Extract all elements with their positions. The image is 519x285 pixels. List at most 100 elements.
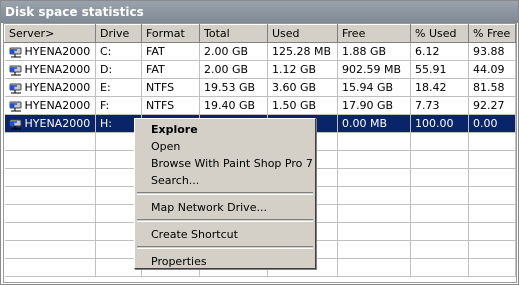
network-drive-icon: [9, 119, 21, 129]
cell-pct-free[interactable]: 92.27: [468, 96, 516, 115]
menu-item-explore[interactable]: Explore: [135, 121, 315, 138]
cell-pct-free[interactable]: 44.09: [468, 60, 516, 79]
empty-cell: [4, 186, 96, 205]
table-row[interactable]: HYENA2000 E: NTFS 19.53 GB 3.60 GB 15.94 GB 18…: [4, 78, 516, 97]
menu-item-search[interactable]: Search...: [135, 172, 315, 189]
cell-used[interactable]: 3.60 GB: [267, 78, 338, 97]
empty-cell: [410, 150, 469, 169]
empty-cell: [410, 132, 469, 151]
server-cell-content: HYENA2000: [9, 117, 95, 130]
menu-item-map-network-drive[interactable]: Map Network Drive...: [135, 199, 315, 216]
cell-pct-used[interactable]: 55.91: [410, 60, 469, 79]
cell-total[interactable]: 2.00 GB: [199, 60, 268, 79]
cell-drive[interactable]: C:: [95, 42, 142, 61]
empty-cell: [468, 132, 516, 151]
cell-server[interactable]: HYENA2000: [4, 42, 96, 61]
empty-cell: [468, 240, 516, 259]
cell-pct-used[interactable]: 18.42: [410, 78, 469, 97]
server-name: HYENA2000: [24, 117, 91, 130]
cell-pct-free[interactable]: 81.58: [468, 78, 516, 97]
empty-cell: [468, 150, 516, 169]
window-title: Disk space statistics: [1, 1, 518, 23]
cell-server[interactable]: HYENA2000: [4, 60, 96, 79]
empty-cell: [4, 150, 96, 169]
empty-cell: [4, 222, 96, 241]
cell-format[interactable]: NTFS: [141, 78, 200, 97]
empty-cell: [410, 222, 469, 241]
table-row[interactable]: HYENA2000 D: FAT 2.00 GB 1.12 GB 902.59 MB 55.…: [4, 60, 516, 79]
cell-free[interactable]: 15.94 GB: [337, 78, 411, 97]
empty-cell: [4, 132, 96, 151]
cell-format[interactable]: FAT: [141, 42, 200, 61]
server-name: HYENA2000: [24, 99, 91, 112]
cell-total[interactable]: 19.53 GB: [199, 78, 268, 97]
col-header-pct-free[interactable]: % Free: [468, 24, 516, 43]
menu-separator: [137, 192, 313, 195]
network-drive-icon: [9, 83, 21, 93]
col-header-free[interactable]: Free: [337, 24, 411, 43]
table-row[interactable]: HYENA2000 F: NTFS 19.40 GB 1.50 GB 17.90 GB 7.…: [4, 96, 516, 115]
menu-item-browse-with-paint-shop-pro-7[interactable]: Browse With Paint Shop Pro 7: [135, 155, 315, 172]
empty-cell: [468, 222, 516, 241]
empty-cell: [337, 150, 411, 169]
empty-cell: [337, 240, 411, 259]
cell-pct-used[interactable]: 100.00: [410, 114, 469, 133]
network-drive-icon: [9, 101, 21, 111]
menu-item-open[interactable]: Open: [135, 138, 315, 155]
col-header-pct-used[interactable]: % Used: [410, 24, 469, 43]
cell-free[interactable]: 0.00 MB: [337, 114, 411, 133]
header-row: Server> Drive Format Total Used Free % U…: [4, 24, 516, 43]
server-name: HYENA2000: [24, 81, 91, 94]
menu-item-create-shortcut[interactable]: Create Shortcut: [135, 226, 315, 243]
server-cell-content: HYENA2000: [9, 45, 95, 58]
cell-used[interactable]: 125.28 MB: [267, 42, 338, 61]
cell-drive[interactable]: F:: [95, 96, 142, 115]
col-header-total[interactable]: Total: [199, 24, 268, 43]
empty-cell: [337, 186, 411, 205]
server-name: HYENA2000: [24, 45, 91, 58]
col-header-format[interactable]: Format: [141, 24, 200, 43]
empty-cell: [410, 240, 469, 259]
empty-cell: [410, 204, 469, 223]
cell-server[interactable]: HYENA2000: [4, 78, 96, 97]
cell-server[interactable]: HYENA2000: [4, 96, 96, 115]
cell-pct-free[interactable]: 0.00: [468, 114, 516, 133]
empty-cell: [468, 168, 516, 187]
cell-free[interactable]: 1.88 GB: [337, 42, 411, 61]
empty-cell: [4, 168, 96, 187]
cell-format[interactable]: NTFS: [141, 96, 200, 115]
cell-pct-used[interactable]: 7.73: [410, 96, 469, 115]
server-cell-content: HYENA2000: [9, 99, 95, 112]
cell-total[interactable]: 19.40 GB: [199, 96, 268, 115]
empty-cell: [337, 204, 411, 223]
network-drive-icon: [9, 47, 21, 57]
empty-cell: [468, 204, 516, 223]
menu-separator: [137, 219, 313, 222]
cell-server[interactable]: HYENA2000: [4, 114, 96, 133]
cell-used[interactable]: 1.12 GB: [267, 60, 338, 79]
network-drive-icon: [9, 65, 21, 75]
col-header-drive[interactable]: Drive: [95, 24, 142, 43]
empty-cell: [4, 240, 96, 259]
menu-item-properties[interactable]: Properties: [135, 253, 315, 270]
cell-format[interactable]: FAT: [141, 60, 200, 79]
col-header-used[interactable]: Used: [267, 24, 338, 43]
col-header-server[interactable]: Server>: [4, 24, 96, 43]
disk-space-window: Disk space statistics Server> Drive Form…: [0, 0, 519, 285]
server-name: HYENA2000: [24, 63, 91, 76]
cell-used[interactable]: 1.50 GB: [267, 96, 338, 115]
empty-cell: [337, 258, 411, 277]
cell-total[interactable]: 2.00 GB: [199, 42, 268, 61]
cell-drive[interactable]: E:: [95, 78, 142, 97]
cell-drive[interactable]: D:: [95, 60, 142, 79]
cell-free[interactable]: 17.90 GB: [337, 96, 411, 115]
empty-cell: [337, 222, 411, 241]
cell-pct-used[interactable]: 6.12: [410, 42, 469, 61]
cell-free[interactable]: 902.59 MB: [337, 60, 411, 79]
cell-pct-free[interactable]: 93.88: [468, 42, 516, 61]
empty-cell: [468, 258, 516, 277]
server-cell-content: HYENA2000: [9, 81, 95, 94]
table-row[interactable]: HYENA2000 C: FAT 2.00 GB 125.28 MB 1.88 GB 6.1…: [4, 42, 516, 61]
empty-cell: [410, 258, 469, 277]
empty-cell: [4, 258, 96, 277]
